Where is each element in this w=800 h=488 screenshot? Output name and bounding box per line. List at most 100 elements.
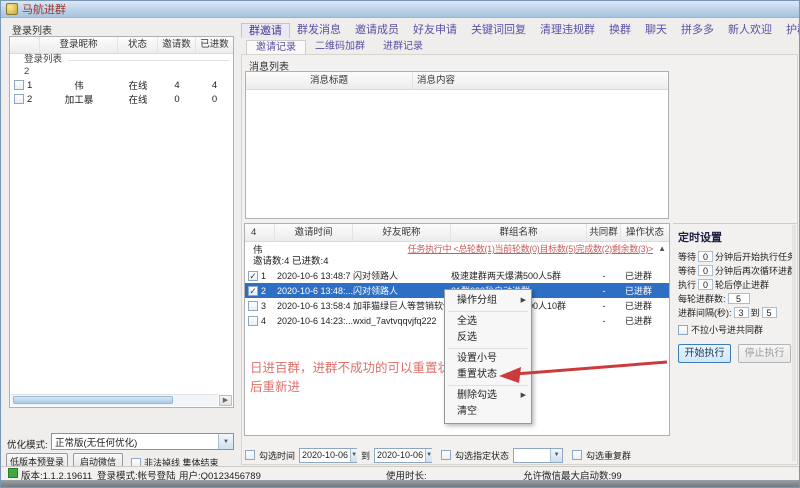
group-divider xyxy=(68,60,229,61)
invite-row[interactable]: ✓1 2020-10-6 13:48:7 闪对领路人 极速建群两天爆满500人5… xyxy=(245,268,669,283)
header-message-title[interactable]: 消息标题 xyxy=(246,72,413,89)
row-checkbox[interactable]: ✓ xyxy=(248,286,258,296)
row-checkbox[interactable]: ✓ xyxy=(248,271,258,281)
invite-time: 2020-10-6 13:48:... xyxy=(275,286,353,296)
menu-item-reset-status[interactable]: 重置状态 xyxy=(445,367,531,383)
login-nickname: 伟 xyxy=(40,78,118,92)
row-number: 2 xyxy=(27,94,32,105)
submenu-arrow-icon: ▶ xyxy=(521,293,526,309)
tab-newcomer-welcome[interactable]: 新人欢迎 xyxy=(721,23,779,38)
menu-item-set-alt-account[interactable]: 设置小号 xyxy=(445,351,531,367)
menu-item-clear[interactable]: 清空 xyxy=(445,404,531,420)
timer-panel-title: 定时设置 xyxy=(678,229,797,245)
start-delay-input[interactable]: 0 xyxy=(698,251,713,262)
filter-status-label: 勾选指定状态 xyxy=(455,449,509,462)
row-checkbox[interactable]: ✓ xyxy=(248,301,258,311)
tab-mass-message[interactable]: 群发消息 xyxy=(290,23,348,38)
group-header-row: 伟 任务执行中 <总轮数(1)当前轮数(0)目标数(5)完成数(2)剩余数(3)… xyxy=(245,242,669,255)
chevron-down-icon: ▼ xyxy=(550,449,562,462)
vertical-scrollbar[interactable] xyxy=(792,225,796,461)
filter-time-checkbox[interactable]: ✓ xyxy=(245,450,255,460)
sub-tab-bar: 邀请记录 二维码加群 进群记录 xyxy=(246,40,432,54)
tab-clean-violation-group[interactable]: 清理违规群 xyxy=(533,23,602,38)
message-list-header: 消息标题 消息内容 xyxy=(246,72,668,90)
message-list: 消息标题 消息内容 xyxy=(245,71,669,219)
subtab-invite-record[interactable]: 邀请记录 xyxy=(246,40,306,54)
header-group-name[interactable]: 群组名称 xyxy=(451,224,587,241)
date-from-select[interactable]: 2020-10-06 ▼ xyxy=(299,448,357,463)
header-operation-status[interactable]: 操作状态 xyxy=(621,224,669,241)
menu-item-invert-selection[interactable]: 反选 xyxy=(445,330,531,346)
invite-time: 2020-10-6 13:58:4 xyxy=(275,301,353,311)
tab-pinduoduo[interactable]: 拼多多 xyxy=(674,23,721,38)
scroll-up-icon[interactable]: ▲ xyxy=(658,244,666,253)
title-bar[interactable]: 马航进群 xyxy=(1,1,799,18)
login-list: 登录昵称 状态 邀请数 已进数 登录列表 2 ✓ 1 伟 在线 4 4 ✓ 2 xyxy=(9,36,234,408)
menu-separator xyxy=(448,311,528,312)
row-checkbox[interactable]: ✓ xyxy=(248,316,258,326)
header-count[interactable]: 4 xyxy=(245,224,275,241)
invite-time: 2020-10-6 13:48:7 xyxy=(275,271,353,281)
interval-max-input[interactable]: 5 xyxy=(762,307,777,318)
header-shared-group[interactable]: 共同群 xyxy=(587,224,621,241)
optimize-mode-label: 优化模式: xyxy=(7,437,48,451)
tab-friend-request[interactable]: 好友申请 xyxy=(406,23,464,38)
invite-time: 2020-10-6 14:23:... xyxy=(275,316,353,326)
row-checkbox[interactable]: ✓ xyxy=(14,94,24,104)
header-invite-time[interactable]: 邀请时间 xyxy=(275,224,353,241)
tab-change-group[interactable]: 换群 xyxy=(602,23,638,38)
rounds-input[interactable]: 0 xyxy=(698,279,713,290)
optimize-mode-select[interactable]: 正常版(无任何优化) ▼ xyxy=(51,433,234,450)
groups-per-round-row: 每轮进群数: 5 xyxy=(678,291,797,305)
task-running-link[interactable]: 任务执行中 <总轮数(1)当前轮数(0)目标数(5)完成数(2)剩余数(3)> xyxy=(408,242,653,255)
filter-status-checkbox[interactable]: ✓ xyxy=(441,450,451,460)
row-checkbox[interactable]: ✓ xyxy=(14,80,24,90)
group-name: 极速建群两天爆满500人5群 xyxy=(451,269,587,282)
tab-group-invite[interactable]: 群邀请 xyxy=(241,23,290,38)
operation-status: 已进群 xyxy=(621,314,669,327)
header-friend-nickname[interactable]: 好友昵称 xyxy=(353,224,451,241)
no-alt-shared-group-option[interactable]: ✓ 不拉小号进共同群 xyxy=(678,322,797,337)
scrollbar-thumb[interactable] xyxy=(13,396,173,404)
header-message-content[interactable]: 消息内容 xyxy=(413,72,668,89)
tab-chat[interactable]: 聊天 xyxy=(638,23,674,38)
date-to-select[interactable]: 2020-10-06 ▼ xyxy=(374,448,432,463)
login-row[interactable]: ✓ 1 伟 在线 4 4 xyxy=(10,78,233,92)
scroll-right-icon: ▶ xyxy=(223,397,228,404)
header-invite-count[interactable]: 邀请数 xyxy=(158,37,196,53)
horizontal-scrollbar[interactable] xyxy=(11,394,218,406)
interval-min-input[interactable]: 3 xyxy=(734,307,749,318)
groups-per-round-input[interactable]: 5 xyxy=(728,293,750,304)
timer-start-delay-row: 等待 0 分钟后开始执行任务 xyxy=(678,249,797,263)
status-select[interactable]: ▼ xyxy=(513,448,563,463)
no-alt-shared-group-checkbox[interactable]: ✓ xyxy=(678,325,688,335)
login-status: 在线 xyxy=(118,92,158,106)
header-joined-count[interactable]: 已进数 xyxy=(196,37,233,53)
menu-item-delete-checked[interactable]: 删除勾选 ▶ xyxy=(445,388,531,404)
scroll-right-button[interactable]: ▶ xyxy=(219,395,232,406)
start-execution-button[interactable]: 开始执行 xyxy=(678,344,731,363)
no-alt-shared-group-label: 不拉小号进共同群 xyxy=(691,323,763,336)
subtab-join-record[interactable]: 进群记录 xyxy=(374,40,432,54)
tab-guard-group[interactable]: 护群 xyxy=(779,23,800,38)
tab-keyword-reply[interactable]: 关键词回复 xyxy=(464,23,533,38)
login-row[interactable]: ✓ 2 加工暴 在线 0 0 xyxy=(10,92,233,106)
date-to-label: 到 xyxy=(361,449,370,462)
tab-invite-member[interactable]: 邀请成员 xyxy=(348,23,406,38)
app-icon xyxy=(6,3,18,15)
stop-execution-button[interactable]: 停止执行 xyxy=(738,344,791,363)
chevron-down-icon: ▼ xyxy=(350,449,357,462)
loop-delay-input[interactable]: 0 xyxy=(698,265,713,276)
subtab-qrcode-join[interactable]: 二维码加群 xyxy=(306,40,374,54)
timer-rounds-row: 执行 0 轮后停止进群 xyxy=(678,277,797,291)
shared-group: - xyxy=(587,286,621,296)
filter-duplicate-checkbox[interactable]: ✓ xyxy=(572,450,582,460)
bottom-edge-strip xyxy=(1,480,800,488)
status-bar: 版本:1.1.2.19611 登录模式:帐号登陆 用户:Q0123456789 … xyxy=(1,466,800,481)
shared-group: - xyxy=(587,316,621,326)
menu-item-group-ops[interactable]: 操作分组 ▶ xyxy=(445,293,531,309)
chevron-down-icon: ▼ xyxy=(218,434,233,449)
header-nickname[interactable]: 登录昵称 xyxy=(40,37,118,53)
menu-item-select-all[interactable]: 全选 xyxy=(445,314,531,330)
header-status[interactable]: 状态 xyxy=(118,37,158,53)
